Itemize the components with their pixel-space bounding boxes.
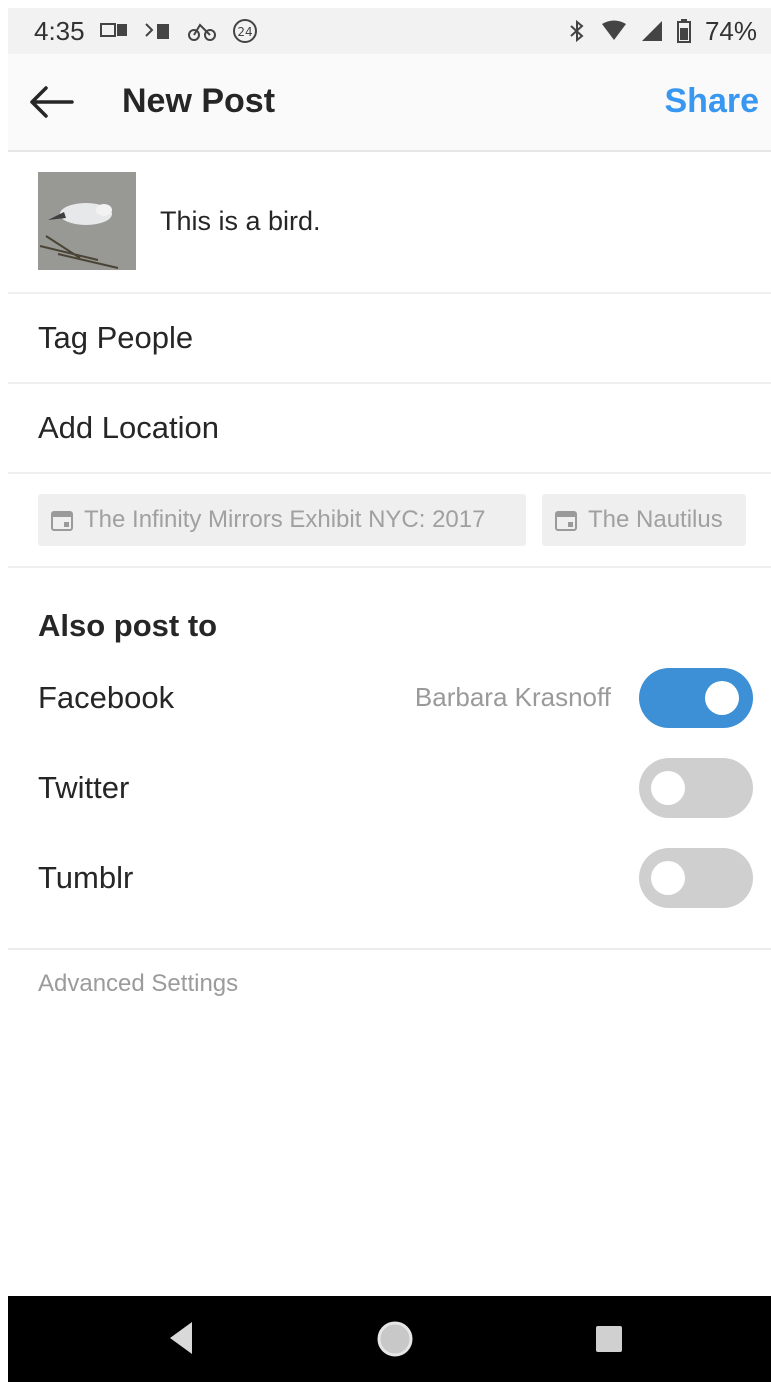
weather-icon: 24 (231, 17, 259, 45)
twitter-label: Twitter (38, 770, 130, 805)
tumblr-toggle[interactable] (639, 848, 753, 908)
status-right: 74% (567, 16, 757, 47)
add-location-row[interactable]: Add Location (8, 384, 771, 474)
location-chip[interactable]: The Infinity Mirrors Exhibit NYC: 2017 (38, 494, 526, 546)
location-chip[interactable]: The Nautilus (542, 494, 746, 546)
app-frame: 4:35 24 74% New Post Share This is a bir… (8, 8, 771, 1382)
page-title: New Post (122, 82, 276, 120)
status-bar: 4:35 24 74% (8, 8, 771, 54)
location-suggestions: The Infinity Mirrors Exhibit NYC: 2017 T… (8, 476, 771, 568)
facebook-row: Facebook Barbara Krasnoff (8, 658, 771, 748)
svg-text:24: 24 (237, 25, 252, 39)
battery-icon (676, 19, 691, 43)
section-divider (8, 948, 771, 950)
location-chip-label: The Infinity Mirrors Exhibit NYC: 2017 (84, 506, 486, 533)
notification-icon (99, 21, 129, 41)
bluetooth-icon (567, 19, 587, 43)
share-button[interactable]: Share (665, 82, 760, 121)
tag-people-row[interactable]: Tag People (8, 294, 771, 384)
facebook-label: Facebook (38, 680, 175, 715)
android-nav-bar (8, 1296, 771, 1382)
tumblr-label: Tumblr (38, 860, 134, 895)
app-header: New Post Share (8, 54, 771, 152)
nav-home-button[interactable] (376, 1320, 414, 1363)
toggle-knob (651, 861, 685, 895)
triangle-back-icon (170, 1322, 192, 1354)
bike-icon (187, 20, 217, 42)
sim-icon (143, 20, 173, 42)
tumblr-row: Tumblr (8, 838, 771, 928)
toggle-knob (705, 681, 739, 715)
circle-home-icon (377, 1321, 413, 1357)
toggle-knob (651, 771, 685, 805)
facebook-toggle[interactable] (639, 668, 753, 728)
twitter-toggle[interactable] (639, 758, 753, 818)
signal-icon (641, 20, 663, 42)
location-chip-label: The Nautilus (588, 506, 723, 533)
post-thumbnail[interactable] (38, 172, 136, 270)
calendar-icon (555, 511, 577, 531)
back-arrow-icon (30, 86, 74, 118)
nav-recents-button[interactable] (594, 1324, 624, 1359)
square-recents-icon (596, 1326, 622, 1352)
status-left: 4:35 24 (34, 16, 259, 47)
back-button[interactable] (28, 82, 76, 122)
add-location-label: Add Location (38, 410, 219, 445)
advanced-settings-link[interactable]: Advanced Settings (38, 970, 238, 998)
calendar-icon (51, 511, 73, 531)
tag-people-label: Tag People (38, 320, 194, 355)
twitter-row: Twitter (8, 748, 771, 838)
nav-back-button[interactable] (166, 1318, 196, 1363)
status-time: 4:35 (34, 15, 85, 46)
wifi-icon (601, 20, 627, 42)
post-caption[interactable]: This is a bird. (160, 206, 321, 237)
post-caption-row: This is a bird. (8, 154, 771, 294)
also-post-to-title: Also post to (38, 608, 218, 643)
battery-percent: 74% (704, 15, 757, 46)
facebook-account: Barbara Krasnoff (414, 682, 611, 712)
